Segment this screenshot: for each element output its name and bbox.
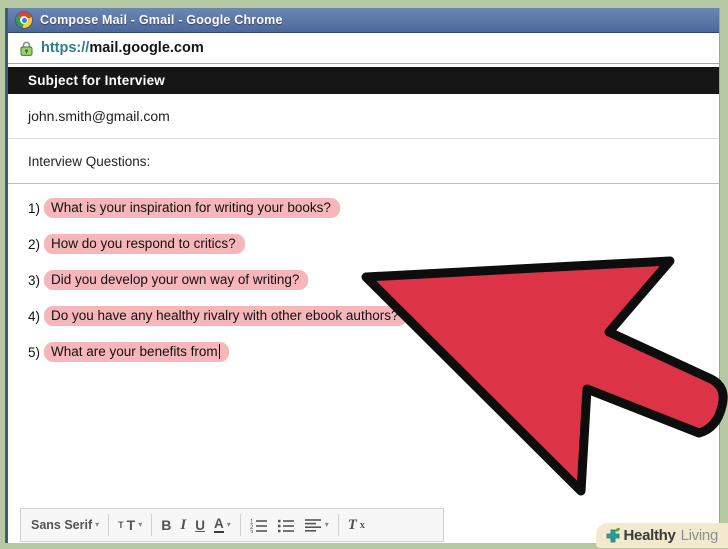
compose-body[interactable]: 1) What is your inspiration for writing … [8, 184, 719, 370]
window-title: Compose Mail - Gmail - Google Chrome [40, 13, 283, 27]
question-text-highlighted: Did you develop your own way of writing? [44, 270, 309, 290]
address-bar[interactable]: https://mail.google.com [8, 33, 719, 64]
question-row: 5) What are your benefits from [28, 334, 719, 370]
numbered-list-button[interactable]: 1 2 3 [250, 518, 268, 533]
question-number: 3) [28, 272, 41, 288]
question-text-highlighted: How do you respond to critics? [44, 234, 245, 254]
question-row: 1) What is your inspiration for writing … [28, 190, 719, 226]
remove-formatting-button[interactable]: Tx [348, 517, 365, 534]
recipient-email: john.smith@gmail.com [28, 108, 170, 124]
intro-text: Interview Questions: [28, 153, 151, 169]
numbered-list-icon: 1 2 3 [250, 519, 267, 533]
question-row: 3) Did you develop your own way of writi… [28, 262, 719, 298]
svg-text:3: 3 [250, 530, 254, 533]
chrome-logo-icon [16, 12, 32, 28]
browser-window: Compose Mail - Gmail - Google Chrome htt… [5, 8, 720, 543]
toolbar-divider [151, 514, 153, 536]
question-row: 2) How do you respond to critics? [28, 226, 719, 262]
screenshot-frame: Compose Mail - Gmail - Google Chrome htt… [0, 0, 728, 549]
align-button[interactable]: ▾ [304, 518, 329, 533]
font-size-button[interactable]: TT ▾ [118, 517, 142, 533]
healthy-living-watermark: Healthy Living [595, 523, 728, 548]
question-number: 2) [28, 236, 41, 252]
question-number: 1) [28, 200, 41, 216]
secure-lock-icon [20, 41, 33, 56]
question-text-highlighted: Do you have any healthy rivalry with oth… [44, 306, 408, 326]
underline-button[interactable]: U [195, 518, 205, 533]
align-icon [304, 518, 321, 532]
subject-bar: Subject for Interview [8, 67, 719, 94]
bulleted-list-icon [277, 519, 294, 532]
recipient-field[interactable]: john.smith@gmail.com [8, 94, 719, 139]
text-color-button[interactable]: A ▾ [213, 516, 231, 534]
bold-button[interactable]: B [161, 517, 171, 533]
font-family-selector[interactable]: Sans Serif ▾ [31, 518, 99, 532]
url-host: mail.google.com [89, 40, 204, 56]
toolbar-divider [108, 514, 110, 536]
chevron-down-icon: ▾ [226, 520, 231, 529]
brand-name-light: Living [680, 527, 719, 544]
brand-name-bold: Healthy [623, 527, 676, 544]
toolbar-divider [337, 514, 339, 536]
chevron-down-icon: ▾ [138, 520, 143, 529]
toolbar-divider [239, 514, 241, 536]
question-number: 5) [28, 344, 41, 360]
question-row: 4) Do you have any healthy rivalry with … [28, 298, 719, 334]
window-titlebar: Compose Mail - Gmail - Google Chrome [8, 8, 719, 33]
bulleted-list-button[interactable] [277, 518, 295, 533]
text-cursor [218, 344, 221, 359]
url-text[interactable]: https://mail.google.com [41, 40, 204, 56]
italic-button[interactable]: I [180, 517, 186, 534]
subject-text: Subject for Interview [28, 73, 165, 88]
body-intro-row[interactable]: Interview Questions: [8, 139, 719, 184]
question-number: 4) [28, 308, 41, 324]
question-text-highlighted: What are your benefits from [44, 342, 230, 362]
healthy-living-plus-icon [606, 527, 620, 542]
formatting-toolbar: Sans Serif ▾ TT ▾ B I U A ▾ 1 2 3 [20, 508, 444, 542]
question-text-highlighted: What is your inspiration for writing you… [44, 198, 340, 218]
url-scheme: https:// [41, 40, 90, 56]
chevron-down-icon: ▾ [95, 520, 100, 529]
chevron-down-icon: ▾ [324, 520, 329, 529]
